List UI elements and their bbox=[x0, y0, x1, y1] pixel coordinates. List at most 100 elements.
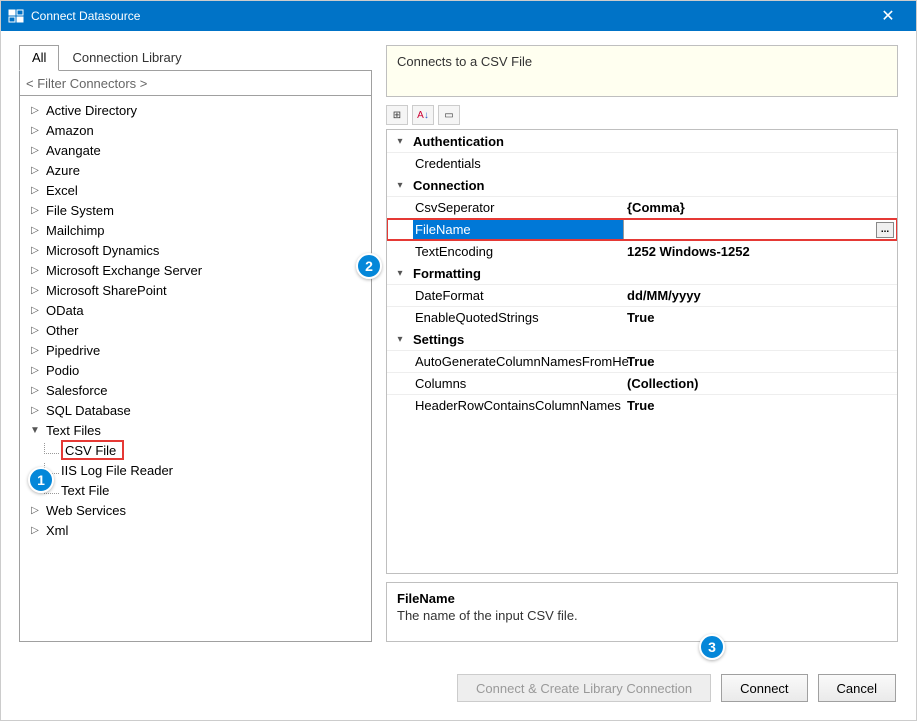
chevron-right-icon[interactable]: ▷ bbox=[28, 143, 42, 157]
tree-item-label: Pipedrive bbox=[44, 343, 100, 358]
property-value[interactable]: (Collection) bbox=[623, 373, 897, 394]
chevron-down-icon[interactable]: ▾ bbox=[387, 136, 413, 147]
tree-item[interactable]: ▷Other bbox=[22, 320, 369, 340]
tab-connection-library[interactable]: Connection Library bbox=[59, 45, 194, 71]
property-row[interactable]: EnableQuotedStringsTrue bbox=[387, 306, 897, 328]
chevron-right-icon[interactable]: ▷ bbox=[28, 403, 42, 417]
property-name: AutoGenerateColumnNamesFromHe bbox=[413, 351, 623, 372]
chevron-right-icon[interactable]: ▷ bbox=[28, 323, 42, 337]
tree-item[interactable]: ▷SQL Database bbox=[22, 400, 369, 420]
tree-item[interactable]: CSV File bbox=[32, 440, 369, 460]
property-value[interactable]: ... bbox=[623, 219, 897, 240]
tree-item-label: Amazon bbox=[44, 123, 94, 138]
category-label: Settings bbox=[413, 332, 464, 347]
property-value[interactable]: 1252 Windows-1252 bbox=[623, 241, 897, 262]
dialog-buttons: Connect & Create Library Connection Conn… bbox=[1, 660, 916, 720]
tab-all[interactable]: All bbox=[19, 45, 59, 71]
category-label: Connection bbox=[413, 178, 485, 193]
connect-create-library-button[interactable]: Connect & Create Library Connection bbox=[457, 674, 711, 702]
property-pages-button[interactable]: ▭ bbox=[438, 105, 460, 125]
tree-item[interactable]: ▷Xml bbox=[22, 520, 369, 540]
tree-item[interactable]: ▷Microsoft SharePoint bbox=[22, 280, 369, 300]
property-category[interactable]: ▾Settings bbox=[387, 328, 897, 350]
tree-item[interactable]: ▼Text Files bbox=[22, 420, 369, 440]
property-row[interactable]: FileName... bbox=[387, 218, 897, 240]
property-value[interactable] bbox=[623, 153, 897, 174]
close-icon[interactable]: ✕ bbox=[866, 1, 910, 31]
tree-item-label: OData bbox=[44, 303, 84, 318]
property-row[interactable]: TextEncoding1252 Windows-1252 bbox=[387, 240, 897, 262]
filter-connectors-input[interactable]: < Filter Connectors > bbox=[19, 70, 372, 96]
tree-item-label: Microsoft Exchange Server bbox=[44, 263, 202, 278]
tree-item[interactable]: ▷Azure bbox=[22, 160, 369, 180]
chevron-down-icon[interactable]: ▾ bbox=[387, 268, 413, 279]
chevron-right-icon[interactable]: ▷ bbox=[28, 203, 42, 217]
chevron-down-icon[interactable]: ▾ bbox=[387, 334, 413, 345]
tree-item[interactable]: Text File bbox=[32, 480, 369, 500]
tree-item-label: IIS Log File Reader bbox=[61, 463, 173, 478]
property-value[interactable]: dd/MM/yyyy bbox=[623, 285, 897, 306]
property-row[interactable]: Credentials bbox=[387, 152, 897, 174]
chevron-right-icon[interactable]: ▷ bbox=[28, 303, 42, 317]
cancel-button[interactable]: Cancel bbox=[818, 674, 896, 702]
chevron-right-icon[interactable]: ▷ bbox=[28, 383, 42, 397]
property-grid[interactable]: ▾AuthenticationCredentials▾ConnectionCsv… bbox=[386, 129, 898, 574]
chevron-right-icon[interactable]: ▷ bbox=[28, 183, 42, 197]
chevron-right-icon[interactable]: ▷ bbox=[28, 123, 42, 137]
categorize-button[interactable]: ⊞ bbox=[386, 105, 408, 125]
chevron-right-icon[interactable]: ▷ bbox=[28, 523, 42, 537]
tree-item[interactable]: ▷Web Services bbox=[22, 500, 369, 520]
callout-1: 1 bbox=[28, 467, 54, 493]
tree-item-label: Microsoft Dynamics bbox=[44, 243, 159, 258]
connect-button[interactable]: Connect bbox=[721, 674, 807, 702]
property-help: FileName The name of the input CSV file. bbox=[386, 582, 898, 642]
tree-item-label: Microsoft SharePoint bbox=[44, 283, 167, 298]
chevron-right-icon[interactable]: ▷ bbox=[28, 163, 42, 177]
tree-item[interactable]: ▷Avangate bbox=[22, 140, 369, 160]
tree-item-label: Podio bbox=[44, 363, 79, 378]
selected-connector: CSV File bbox=[61, 440, 124, 460]
chevron-right-icon[interactable]: ▷ bbox=[28, 283, 42, 297]
property-name: TextEncoding bbox=[413, 241, 623, 262]
tree-item-label: Mailchimp bbox=[44, 223, 105, 238]
tree-item[interactable]: IIS Log File Reader bbox=[32, 460, 369, 480]
tree-item[interactable]: ▷Microsoft Dynamics bbox=[22, 240, 369, 260]
chevron-down-icon[interactable]: ▾ bbox=[387, 180, 413, 191]
property-row[interactable]: DateFormatdd/MM/yyyy bbox=[387, 284, 897, 306]
property-row[interactable]: AutoGenerateColumnNamesFromHeTrue bbox=[387, 350, 897, 372]
tree-item[interactable]: ▷File System bbox=[22, 200, 369, 220]
tree-item[interactable]: ▷Podio bbox=[22, 360, 369, 380]
chevron-right-icon[interactable]: ▷ bbox=[28, 263, 42, 277]
tree-item[interactable]: ▷Amazon bbox=[22, 120, 369, 140]
tree-item-label: Xml bbox=[44, 523, 68, 538]
property-row[interactable]: CsvSeperator{Comma} bbox=[387, 196, 897, 218]
chevron-right-icon[interactable]: ▷ bbox=[28, 503, 42, 517]
tree-item[interactable]: ▷Mailchimp bbox=[22, 220, 369, 240]
property-value[interactable]: {Comma} bbox=[623, 197, 897, 218]
property-value[interactable]: True bbox=[623, 307, 897, 328]
sort-az-button[interactable]: A↓ bbox=[412, 105, 434, 125]
chevron-right-icon[interactable]: ▷ bbox=[28, 343, 42, 357]
tree-item[interactable]: ▷Microsoft Exchange Server bbox=[22, 260, 369, 280]
connector-tree[interactable]: ▷Active Directory▷Amazon▷Avangate▷Azure▷… bbox=[19, 96, 372, 642]
tree-item[interactable]: ▷Salesforce bbox=[22, 380, 369, 400]
chevron-right-icon[interactable]: ▷ bbox=[28, 223, 42, 237]
property-category[interactable]: ▾Connection bbox=[387, 174, 897, 196]
tree-item[interactable]: ▷OData bbox=[22, 300, 369, 320]
property-category[interactable]: ▾Authentication bbox=[387, 130, 897, 152]
browse-button[interactable]: ... bbox=[876, 222, 894, 238]
property-value[interactable]: True bbox=[623, 351, 897, 372]
property-category[interactable]: ▾Formatting bbox=[387, 262, 897, 284]
tree-item[interactable]: ▷Active Directory bbox=[22, 100, 369, 120]
chevron-right-icon[interactable]: ▷ bbox=[28, 363, 42, 377]
property-row[interactable]: Columns(Collection) bbox=[387, 372, 897, 394]
chevron-right-icon[interactable]: ▷ bbox=[28, 243, 42, 257]
tree-item[interactable]: ▷Pipedrive bbox=[22, 340, 369, 360]
tree-item-label: Excel bbox=[44, 183, 78, 198]
property-name: FileName bbox=[413, 219, 623, 240]
property-value[interactable]: True bbox=[623, 395, 897, 416]
chevron-down-icon[interactable]: ▼ bbox=[28, 423, 42, 437]
tree-item[interactable]: ▷Excel bbox=[22, 180, 369, 200]
chevron-right-icon[interactable]: ▷ bbox=[28, 103, 42, 117]
property-row[interactable]: HeaderRowContainsColumnNamesTrue bbox=[387, 394, 897, 416]
